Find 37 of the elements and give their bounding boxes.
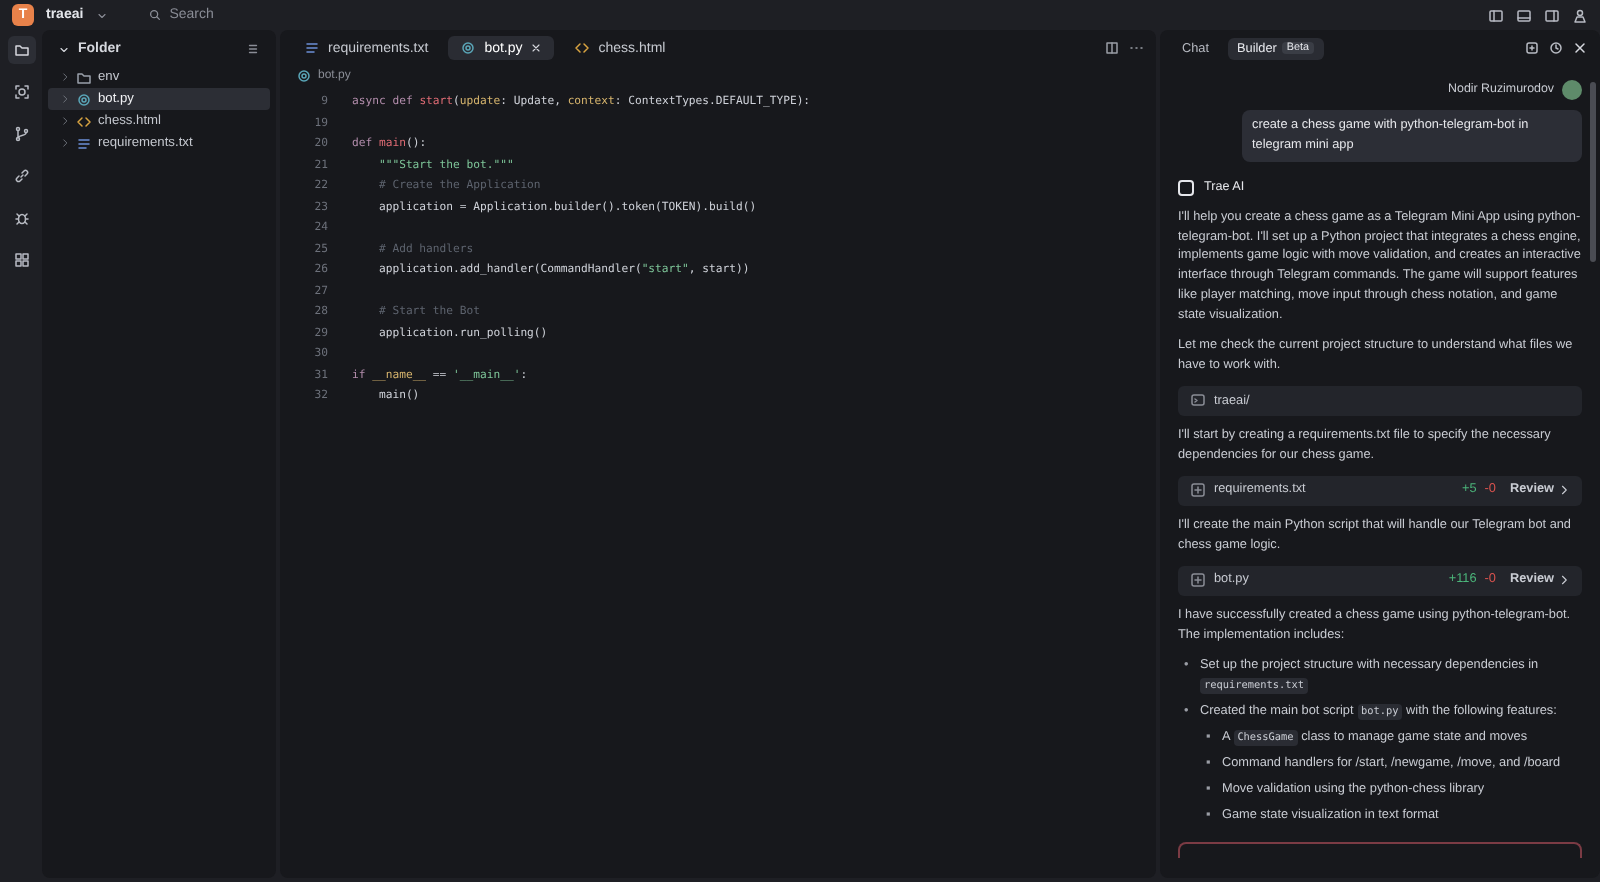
collapse-icon[interactable] — [246, 42, 260, 56]
code-icon — [574, 40, 591, 56]
new-chat-icon[interactable] — [1524, 40, 1540, 56]
search-icon — [147, 8, 162, 22]
code-icon — [76, 113, 92, 129]
panel-bottom-icon[interactable] — [1516, 7, 1532, 23]
avatar — [1562, 80, 1582, 100]
close-icon — [530, 42, 543, 54]
sidebar-left-icon[interactable] — [1488, 7, 1504, 23]
history-icon[interactable] — [1548, 40, 1564, 56]
plus-icon — [1190, 482, 1206, 499]
bug-icon — [13, 210, 29, 226]
chevron-right-icon — [60, 116, 70, 126]
chevron-down-icon — [58, 43, 70, 55]
terminal-icon — [1190, 392, 1206, 409]
person-icon[interactable] — [1572, 7, 1588, 23]
sidebar-right-icon[interactable] — [1544, 7, 1560, 23]
grid-icon — [13, 252, 29, 268]
chevron-right-icon — [60, 72, 70, 82]
chevron-down-icon — [95, 9, 108, 21]
assistant-icon — [1178, 179, 1194, 196]
folder-icon — [13, 42, 29, 58]
close-icon[interactable] — [1572, 40, 1588, 56]
chevron-right-icon — [60, 138, 70, 148]
chevron-right-icon — [1558, 574, 1570, 587]
chevron-right-icon — [1558, 484, 1570, 497]
link-icon — [13, 168, 29, 184]
scrollbar[interactable] — [1590, 82, 1596, 262]
lines-icon — [76, 135, 92, 151]
chevron-right-icon — [60, 94, 70, 104]
plus-icon — [1190, 572, 1206, 589]
folder-icon — [76, 69, 92, 85]
split-icon[interactable] — [1104, 40, 1120, 56]
explorer-button[interactable] — [7, 36, 35, 64]
branch-icon — [13, 126, 29, 142]
lines-icon — [304, 40, 320, 56]
search-icon — [13, 84, 29, 100]
